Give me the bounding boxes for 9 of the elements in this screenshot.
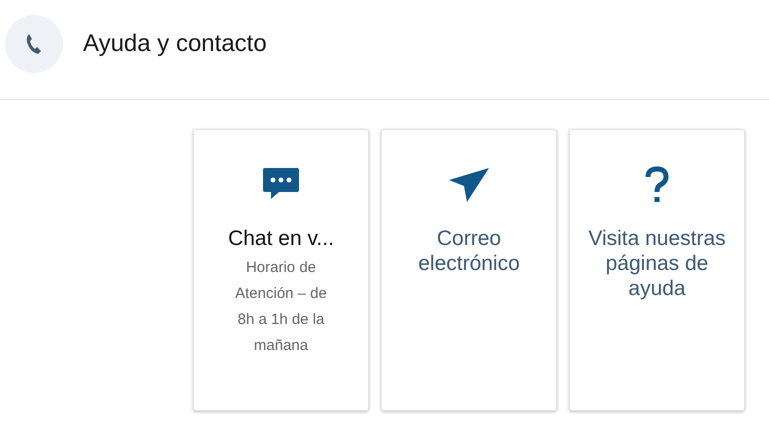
card-description: Horario de Atención – de 8h a 1h de la mañana	[234, 258, 328, 356]
contact-card[interactable]: Correo electrónico	[381, 129, 557, 411]
card-title: Correo electrónico	[417, 226, 521, 276]
card-title: Chat en v...	[228, 226, 334, 251]
card-title: Visita nuestras páginas de ayuda	[587, 226, 727, 301]
phone-icon	[25, 32, 43, 54]
contact-card[interactable]: Visita nuestras páginas de ayuda	[569, 129, 745, 411]
contact-card[interactable]: Chat en v... Horario de Atención – de 8h a 1h de la mañana	[193, 129, 369, 411]
page-title: Ayuda y contacto	[83, 30, 267, 58]
